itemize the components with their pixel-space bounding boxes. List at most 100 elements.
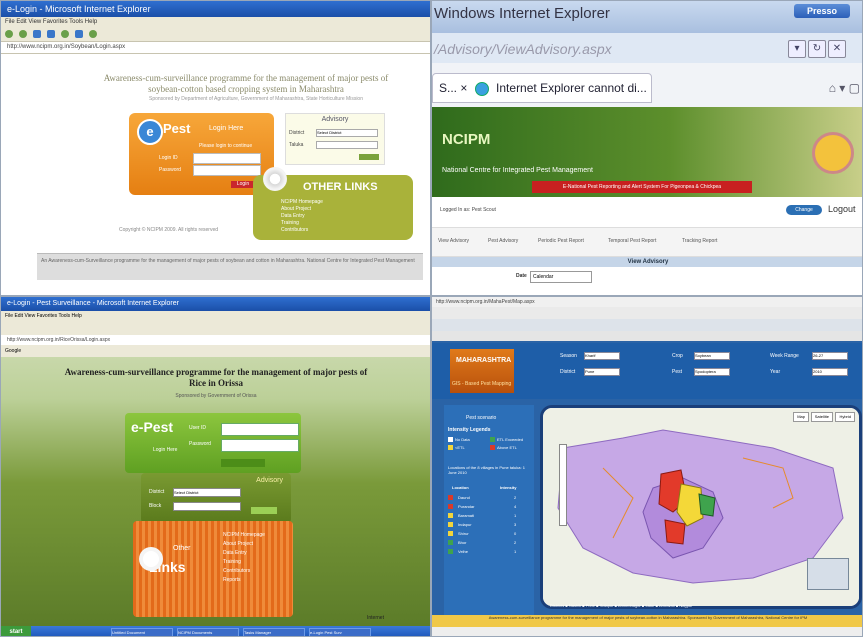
browser-toolbar[interactable] bbox=[1, 321, 430, 335]
other-link-item[interactable]: Training bbox=[281, 220, 323, 227]
link-item[interactable]: Training bbox=[223, 558, 265, 567]
crop-select[interactable]: Soybean bbox=[694, 352, 730, 360]
windows-taskbar: start Untitled Document NCIPM Documents … bbox=[1, 626, 430, 636]
district-select[interactable]: Pune bbox=[584, 368, 620, 376]
link-item[interactable]: Data Entry bbox=[223, 549, 265, 558]
login-id-input[interactable] bbox=[193, 153, 261, 164]
hybrid-view-button[interactable]: Hybrid bbox=[835, 412, 855, 422]
nav-item[interactable]: Tracking Report bbox=[682, 238, 717, 244]
footer-text: An Awareness-cum-Surveillance programme … bbox=[41, 258, 415, 264]
nav-item[interactable]: Pest Advisory bbox=[488, 238, 518, 244]
pest-select[interactable]: Spodoptera bbox=[694, 368, 730, 376]
tab-tools-icons[interactable]: ⌂ ▾ ▢ bbox=[829, 81, 860, 95]
refresh-icon[interactable]: ↻ bbox=[808, 40, 826, 58]
nav-item[interactable]: View Advisory bbox=[438, 238, 469, 244]
menu-bar[interactable]: File Edit View Favorites Tools Help bbox=[1, 17, 430, 27]
location-swatch bbox=[448, 495, 453, 500]
address-bar[interactable]: http://www.ncipm.org.in/MahaPest/Map.asp… bbox=[432, 297, 862, 307]
district-select[interactable]: Select District bbox=[316, 129, 378, 137]
ie-icon bbox=[474, 81, 489, 96]
forward-icon[interactable] bbox=[19, 30, 27, 38]
date-label: Date bbox=[516, 273, 527, 279]
password-input[interactable] bbox=[221, 439, 299, 452]
advisory-go-button[interactable] bbox=[359, 154, 379, 160]
location-name[interactable]: Indapur bbox=[458, 522, 472, 527]
search-icon[interactable] bbox=[75, 30, 83, 38]
view-advisory-header: View Advisory bbox=[432, 257, 862, 267]
favorites-bar[interactable] bbox=[432, 331, 862, 341]
login-button[interactable]: Login bbox=[231, 181, 255, 188]
advisory-go-button[interactable] bbox=[251, 507, 277, 514]
address-bar[interactable]: http://www.ncipm.org.in/Soybean/Login.as… bbox=[1, 42, 430, 54]
user-id-input[interactable] bbox=[221, 423, 299, 436]
tab-prefix[interactable]: S... × bbox=[439, 81, 467, 95]
taskbar-item[interactable]: e-Login Pest Surv bbox=[309, 628, 371, 636]
location-name[interactable]: Bhor bbox=[458, 540, 466, 545]
link-item[interactable]: Contributors bbox=[223, 567, 265, 576]
field-label: Week Range bbox=[770, 353, 799, 359]
overview-map[interactable] bbox=[807, 558, 849, 590]
other-link-item[interactable]: NCIPM Homepage bbox=[281, 199, 323, 206]
dropdown-icon[interactable]: ▾ bbox=[788, 40, 806, 58]
other-link-item[interactable]: Contributors bbox=[281, 227, 323, 234]
date-select[interactable]: Calendar bbox=[530, 271, 592, 283]
link-item[interactable]: NCIPM Homepage bbox=[223, 531, 265, 540]
week-select[interactable]: 26-27 bbox=[812, 352, 848, 360]
zoom-slider[interactable] bbox=[559, 444, 567, 526]
browser-toolbar[interactable] bbox=[432, 307, 862, 319]
start-button[interactable]: start bbox=[1, 626, 31, 636]
taskbar-item[interactable]: Untitled Document bbox=[111, 628, 173, 636]
change-password-button[interactable]: Change Password bbox=[786, 205, 822, 223]
stop-icon[interactable]: ✕ bbox=[828, 40, 846, 58]
gear-icon bbox=[263, 167, 287, 191]
password-label: Password bbox=[159, 167, 181, 173]
map-view-button[interactable]: Map bbox=[793, 412, 809, 422]
location-name[interactable]: Daund bbox=[458, 495, 470, 500]
presso-button[interactable]: Presso bbox=[794, 4, 850, 18]
stop-icon[interactable] bbox=[33, 30, 41, 38]
address-text[interactable]: /Advisory/ViewAdvisory.aspx bbox=[434, 41, 612, 57]
pest-map[interactable]: Map Satellite Hybrid bbox=[540, 405, 862, 609]
year-select[interactable]: 2010 bbox=[812, 368, 848, 376]
home-icon[interactable] bbox=[61, 30, 69, 38]
browser-tab[interactable]: S... × Internet Explorer cannot di... bbox=[432, 73, 652, 103]
location-col-header: Location bbox=[452, 485, 469, 490]
other-link-item[interactable]: Data Entry bbox=[281, 213, 323, 220]
location-name[interactable]: Purandar bbox=[458, 504, 474, 509]
location-swatch bbox=[448, 549, 453, 554]
taskbar-item[interactable]: NCIPM Documents bbox=[177, 628, 239, 636]
hotspot-red-2[interactable] bbox=[664, 519, 686, 545]
status-bar bbox=[432, 627, 862, 636]
login-panel: e-Pest Login Here User ID Password bbox=[125, 413, 301, 473]
menu-bar[interactable]: File Edit View Favorites Tools Help bbox=[1, 311, 430, 321]
logout-link[interactable]: Logout bbox=[828, 204, 856, 214]
google-toolbar[interactable]: Google bbox=[1, 345, 430, 357]
hotspot-green[interactable] bbox=[698, 493, 716, 517]
back-icon[interactable] bbox=[5, 30, 13, 38]
password-input[interactable] bbox=[193, 165, 261, 176]
login-here-label: Login Here bbox=[209, 125, 244, 132]
taskbar-item[interactable]: Tasks Manager bbox=[243, 628, 305, 636]
other-link-item[interactable]: About Project bbox=[281, 206, 323, 213]
status-internet: Internet bbox=[367, 615, 384, 621]
taluka-select[interactable] bbox=[316, 141, 378, 149]
link-item[interactable]: About Project bbox=[223, 540, 265, 549]
satellite-view-button[interactable]: Satellite bbox=[810, 412, 833, 422]
location-value: 3 bbox=[514, 522, 517, 527]
favorites-icon[interactable] bbox=[89, 30, 97, 38]
season-select[interactable]: Kharif bbox=[584, 352, 620, 360]
link-item[interactable]: Reports bbox=[223, 576, 265, 585]
block-select[interactable] bbox=[173, 502, 241, 511]
login-button[interactable] bbox=[221, 459, 265, 467]
search-toolbar[interactable] bbox=[432, 319, 862, 331]
other-links-title: OTHER LINKS bbox=[303, 181, 378, 193]
district-select[interactable]: Select District bbox=[173, 488, 241, 497]
refresh-icon[interactable] bbox=[47, 30, 55, 38]
field-label: District bbox=[560, 369, 576, 375]
nav-item[interactable]: Periodic Pest Report bbox=[538, 238, 584, 244]
nav-item[interactable]: Temporal Pest Report bbox=[608, 238, 656, 244]
location-name[interactable]: Velhe bbox=[458, 549, 468, 554]
location-name[interactable]: Baramati bbox=[458, 513, 474, 518]
page-subheading: Sponsored by Department of Agriculture, … bbox=[149, 96, 363, 102]
location-name[interactable]: Shirur bbox=[458, 531, 469, 536]
